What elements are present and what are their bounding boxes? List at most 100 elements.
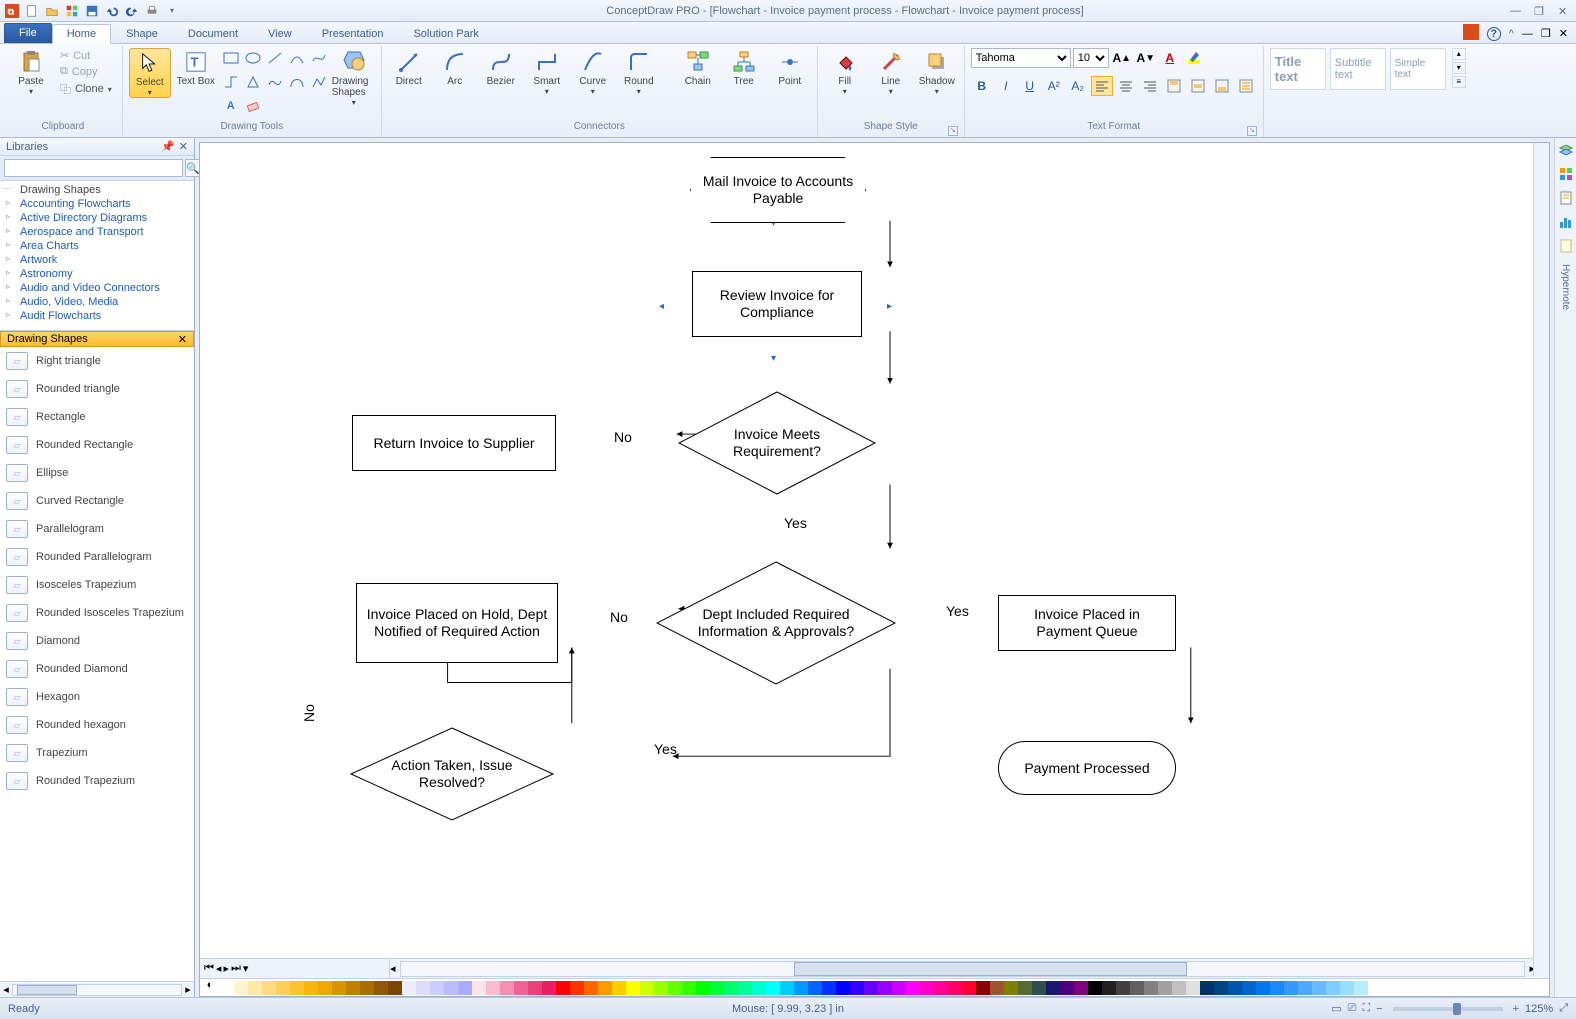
color-swatch[interactable] xyxy=(374,981,388,995)
shadow-button[interactable]: Shadow▾ xyxy=(916,48,958,96)
arc-tool-icon[interactable] xyxy=(287,48,307,68)
vertical-scrollbar[interactable] xyxy=(1533,143,1549,976)
polyline-tool-icon[interactable] xyxy=(309,72,329,92)
eraser-tool-icon[interactable] xyxy=(243,96,263,116)
hypernote-icon[interactable] xyxy=(1558,238,1574,254)
color-swatch[interactable] xyxy=(836,981,850,995)
spline-tool-icon[interactable] xyxy=(309,48,329,68)
color-swatch[interactable] xyxy=(304,981,318,995)
round-connector[interactable]: Round▾ xyxy=(618,48,660,96)
color-palette-bar[interactable]: ◐ xyxy=(200,978,1549,996)
cut-button[interactable]: ✂Cut xyxy=(56,48,116,63)
color-swatch[interactable] xyxy=(1102,981,1116,995)
tab-shape[interactable]: Shape xyxy=(111,24,173,43)
font-combo[interactable]: Tahoma xyxy=(971,48,1071,68)
color-swatch[interactable] xyxy=(444,981,458,995)
zoom-level[interactable]: 125% xyxy=(1525,1003,1553,1015)
color-swatch[interactable] xyxy=(864,981,878,995)
presentation-mode-icon[interactable]: ⎚ xyxy=(1348,1002,1357,1015)
horizontal-scrollbar[interactable] xyxy=(400,961,1526,977)
font-color-icon[interactable]: A xyxy=(1159,48,1181,68)
color-swatch[interactable] xyxy=(1214,981,1228,995)
libraries-tree[interactable]: Drawing Shapes Accounting Flowcharts Act… xyxy=(0,181,194,331)
fontsize-combo[interactable]: 10 xyxy=(1073,48,1109,68)
color-swatch[interactable] xyxy=(654,981,668,995)
palette-item[interactable]: ▱Rounded Parallelogram xyxy=(0,543,194,571)
color-swatch[interactable] xyxy=(598,981,612,995)
color-swatch[interactable] xyxy=(1046,981,1060,995)
color-swatch[interactable] xyxy=(584,981,598,995)
panel-close-icon[interactable]: ✕ xyxy=(179,140,188,153)
tree-item[interactable]: Area Charts xyxy=(0,239,194,253)
app-icon[interactable]: ⧉ xyxy=(4,3,20,19)
color-swatch[interactable] xyxy=(542,981,556,995)
shrink-font-icon[interactable]: A▼ xyxy=(1135,48,1157,68)
color-swatch[interactable] xyxy=(1018,981,1032,995)
select-tool[interactable]: Select▾ xyxy=(129,48,171,98)
tree-item[interactable]: Audio and Video Connectors xyxy=(0,281,194,295)
dialog-launcher-icon[interactable]: ↘ xyxy=(948,126,958,136)
styles-panel-icon[interactable] xyxy=(1558,166,1574,182)
curve-connector[interactable]: Curve▾ xyxy=(572,48,614,96)
next-page-icon[interactable]: ▸ xyxy=(223,962,229,975)
color-swatch[interactable] xyxy=(1186,981,1200,995)
palette-item[interactable]: ▱Curved Rectangle xyxy=(0,487,194,515)
drawing-canvas[interactable]: ◂ ▸ ▾ ▾ xyxy=(200,143,1549,958)
open-icon[interactable] xyxy=(44,3,60,19)
tab-presentation[interactable]: Presentation xyxy=(307,24,399,43)
color-swatch[interactable] xyxy=(528,981,542,995)
line-tool-icon[interactable] xyxy=(265,48,285,68)
grid-icon[interactable] xyxy=(64,3,80,19)
last-page-icon[interactable]: ⏭ xyxy=(231,962,241,975)
color-swatch[interactable] xyxy=(752,981,766,995)
style-subtitle[interactable]: Subtitle text xyxy=(1330,48,1386,90)
color-swatch[interactable] xyxy=(1004,981,1018,995)
color-swatch[interactable] xyxy=(1116,981,1130,995)
node-on-hold[interactable]: Invoice Placed on Hold, Dept Notified of… xyxy=(356,583,558,663)
palette-close-icon[interactable]: ✕ xyxy=(178,333,187,345)
line-button[interactable]: Line▾ xyxy=(870,48,912,96)
help-icon[interactable]: ? xyxy=(1487,27,1501,41)
palette-item[interactable]: ▱Diamond xyxy=(0,627,194,655)
color-swatch[interactable] xyxy=(556,981,570,995)
color-swatch[interactable] xyxy=(430,981,444,995)
color-swatch[interactable] xyxy=(346,981,360,995)
grow-font-icon[interactable]: A▲ xyxy=(1111,48,1133,68)
tree-item[interactable]: Astronomy xyxy=(0,267,194,281)
color-swatch[interactable] xyxy=(710,981,724,995)
align-right-icon[interactable] xyxy=(1139,76,1161,96)
color-swatch[interactable] xyxy=(486,981,500,995)
fullscreen-icon[interactable]: ⛶ xyxy=(1362,1002,1370,1015)
palette-item[interactable]: ▱Ellipse xyxy=(0,459,194,487)
color-swatch[interactable] xyxy=(1354,981,1368,995)
color-swatch[interactable] xyxy=(696,981,710,995)
tree-item[interactable]: Audit Flowcharts xyxy=(0,309,194,323)
zoom-out-icon[interactable]: − xyxy=(1376,1003,1382,1015)
color-swatch[interactable] xyxy=(416,981,430,995)
color-swatch[interactable] xyxy=(780,981,794,995)
rect-tool-icon[interactable] xyxy=(221,48,241,68)
file-tab[interactable]: File xyxy=(4,23,52,43)
node-payment-processed[interactable]: Payment Processed xyxy=(998,741,1176,795)
tree-item[interactable]: Active Directory Diagrams xyxy=(0,211,194,225)
color-swatch[interactable] xyxy=(1284,981,1298,995)
node-action-taken[interactable]: Action Taken, Issue Resolved? xyxy=(350,727,554,821)
freehand-tool-icon[interactable] xyxy=(265,72,285,92)
bezier-connector[interactable]: Bezier xyxy=(480,48,522,87)
color-swatch[interactable] xyxy=(878,981,892,995)
zoom-slider[interactable] xyxy=(1393,1007,1503,1011)
color-swatch[interactable] xyxy=(1326,981,1340,995)
smart-connector[interactable]: Smart▾ xyxy=(526,48,568,96)
color-swatch[interactable] xyxy=(640,981,654,995)
color-swatch[interactable] xyxy=(388,981,402,995)
tree-item[interactable]: Aerospace and Transport xyxy=(0,225,194,239)
color-swatch[interactable] xyxy=(1298,981,1312,995)
align-left-icon[interactable] xyxy=(1091,76,1113,96)
justify-icon[interactable] xyxy=(1235,76,1257,96)
child-close-icon[interactable]: ✕ xyxy=(1559,27,1568,40)
close-icon[interactable]: ✕ xyxy=(1558,5,1572,17)
hypernote-label[interactable]: Hypernote xyxy=(1560,264,1571,310)
color-swatch[interactable] xyxy=(262,981,276,995)
color-swatch[interactable] xyxy=(1172,981,1186,995)
view-mode-icon[interactable]: ▭ xyxy=(1331,1002,1341,1015)
